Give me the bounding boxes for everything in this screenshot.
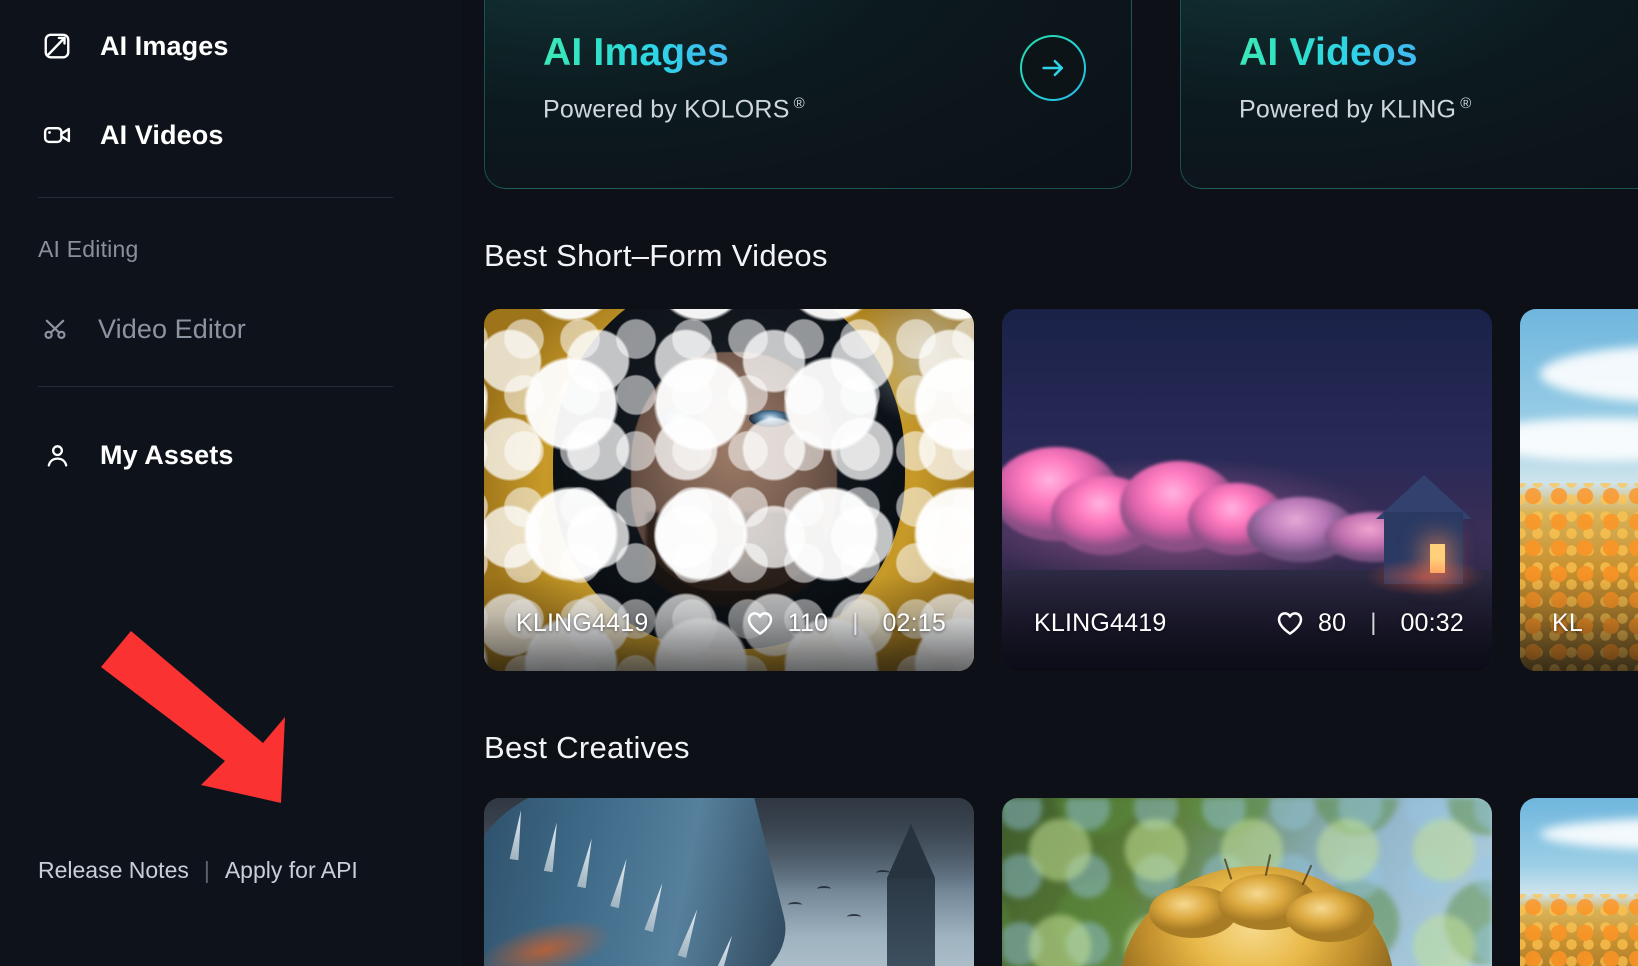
promo-title: AI Videos bbox=[1239, 31, 1418, 76]
video-card[interactable]: KLING4419 110 | 02:15 bbox=[484, 309, 974, 671]
sidebar-divider-top bbox=[38, 197, 393, 198]
sidebar-footer-links: Release Notes | Apply for API bbox=[38, 857, 358, 884]
video-duration: 02:15 bbox=[882, 609, 946, 638]
app-root: AI Images AI Videos AI Editing bbox=[0, 0, 1638, 966]
promo-subtitle-text: Powered by KOLORS bbox=[543, 95, 790, 123]
apply-for-api-link[interactable]: Apply for API bbox=[225, 857, 358, 884]
sidebar: AI Images AI Videos AI Editing bbox=[0, 0, 462, 966]
creative-card[interactable] bbox=[1520, 798, 1638, 966]
media-row-short-form-videos: KLING4419 110 | 02:15 bbox=[484, 309, 1638, 671]
promo-subtitle: Powered by KOLORS® bbox=[543, 95, 1131, 124]
trademark-symbol: ® bbox=[1460, 95, 1471, 112]
sidebar-item-label: Video Editor bbox=[98, 314, 246, 345]
user-icon bbox=[40, 438, 74, 472]
media-row-best-creatives bbox=[484, 798, 1638, 966]
video-card-meta: KL bbox=[1520, 575, 1638, 671]
video-stats: 80 | 00:32 bbox=[1275, 608, 1464, 638]
footer-separator: | bbox=[204, 857, 210, 884]
arrow-right-icon bbox=[1038, 53, 1068, 83]
video-card-meta: KLING4419 110 | 02:15 bbox=[484, 575, 974, 671]
annotation-arrow-icon bbox=[95, 625, 295, 810]
promo-arrow-button[interactable] bbox=[1020, 35, 1086, 101]
promo-title: AI Images bbox=[543, 31, 729, 76]
video-card-meta: KLING4419 80 | 00:32 bbox=[1002, 575, 1492, 671]
promo-subtitle-text: Powered by KLING bbox=[1239, 95, 1456, 123]
video-duration: 00:32 bbox=[1400, 609, 1464, 638]
image-icon bbox=[40, 29, 74, 63]
scissors-icon bbox=[38, 312, 72, 346]
sidebar-item-my-assets[interactable]: My Assets bbox=[40, 427, 233, 483]
video-card[interactable]: KLING4419 80 | 00:32 bbox=[1002, 309, 1492, 671]
video-stats: 110 | 02:15 bbox=[745, 608, 946, 638]
section-title-short-form-videos: Best Short–Form Videos bbox=[484, 238, 828, 274]
sidebar-item-ai-videos[interactable]: AI Videos bbox=[40, 107, 223, 163]
main-content: AI Images Powered by KOLORS® AI Videos P… bbox=[462, 0, 1638, 966]
creative-thumbnail-dragon bbox=[484, 798, 974, 966]
video-author-name: KL bbox=[1552, 609, 1583, 638]
heart-icon bbox=[745, 608, 775, 638]
sidebar-group-label-ai-editing: AI Editing bbox=[38, 236, 138, 263]
creative-card[interactable] bbox=[1002, 798, 1492, 966]
promo-card-ai-images[interactable]: AI Images Powered by KOLORS® bbox=[484, 0, 1132, 189]
promo-card-ai-videos[interactable]: AI Videos Powered by KLING® bbox=[1180, 0, 1638, 189]
heart-icon bbox=[1275, 608, 1305, 638]
sidebar-divider-bottom bbox=[38, 386, 393, 387]
sidebar-item-ai-images[interactable]: AI Images bbox=[40, 18, 228, 74]
meta-separator: | bbox=[1370, 609, 1376, 637]
promo-card-row: AI Images Powered by KOLORS® AI Videos P… bbox=[484, 0, 1638, 189]
section-title-best-creatives: Best Creatives bbox=[484, 730, 690, 766]
sidebar-item-label: AI Images bbox=[100, 31, 228, 62]
sidebar-item-label: AI Videos bbox=[100, 120, 223, 151]
sidebar-item-label: My Assets bbox=[100, 440, 233, 471]
video-author-name: KLING4419 bbox=[1034, 609, 1166, 638]
video-camera-icon bbox=[40, 118, 74, 152]
release-notes-link[interactable]: Release Notes bbox=[38, 857, 189, 884]
creative-thumbnail-blonde-hair bbox=[1002, 798, 1492, 966]
trademark-symbol: ® bbox=[794, 95, 805, 112]
creative-card[interactable] bbox=[484, 798, 974, 966]
like-count: 110 bbox=[788, 609, 828, 638]
like-count: 80 bbox=[1318, 609, 1346, 638]
sidebar-item-video-editor[interactable]: Video Editor bbox=[38, 301, 246, 357]
promo-subtitle: Powered by KLING® bbox=[1239, 95, 1638, 124]
video-author-name: KLING4419 bbox=[516, 609, 648, 638]
meta-separator: | bbox=[852, 609, 858, 637]
video-card[interactable]: KL bbox=[1520, 309, 1638, 671]
creative-thumbnail-flower-field bbox=[1520, 798, 1638, 966]
